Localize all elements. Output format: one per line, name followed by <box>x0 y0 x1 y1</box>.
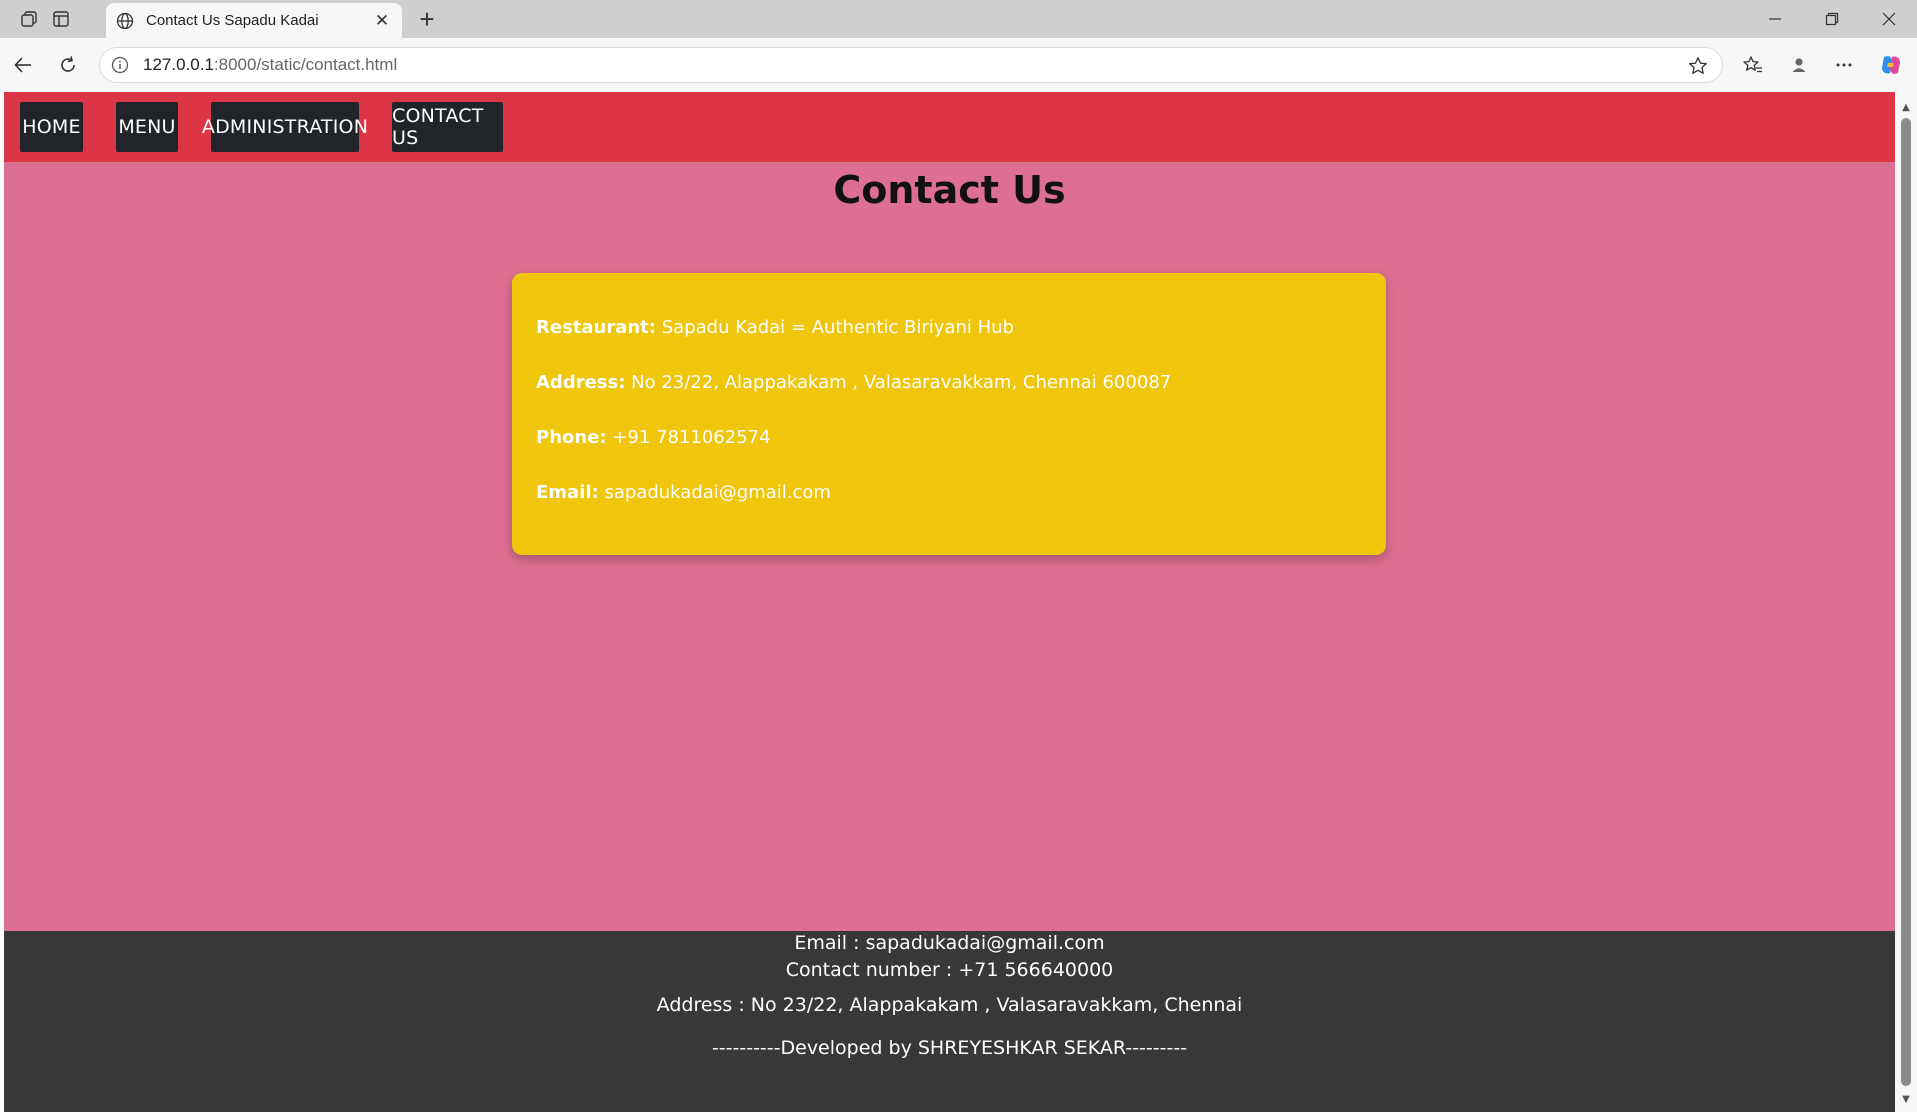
address-value: No 23/22, Alappakakam , Valasaravakkam, … <box>631 372 1172 393</box>
site-footer: Email : sapadukadai@gmail.com Contact nu… <box>4 931 1895 1112</box>
back-icon[interactable] <box>8 50 38 80</box>
address-bar[interactable]: 127.0.0.1:8000/static/contact.html <box>99 47 1723 83</box>
profile-icon[interactable] <box>1784 50 1814 80</box>
nav-menu-button[interactable]: MENU <box>116 102 178 152</box>
tab-title: Contact Us Sapadu Kadai <box>146 12 319 29</box>
phone-label: Phone: <box>536 427 607 448</box>
phone-value: +91 7811062574 <box>612 427 771 448</box>
more-icon[interactable] <box>1829 50 1859 80</box>
scrollbar-thumb[interactable] <box>1901 118 1911 1086</box>
info-icon[interactable] <box>109 54 131 76</box>
email-line: Email: sapadukadai@gmail.com <box>536 478 1362 508</box>
scroll-down-icon[interactable]: ▼ <box>1899 1092 1913 1106</box>
site-nav: HOME MENU ADMINISTRATION CONTACT US <box>4 92 1895 162</box>
tab-actions-icon[interactable] <box>47 6 75 32</box>
browser-titlebar: Contact Us Sapadu Kadai ✕ + <box>0 0 1917 38</box>
restore-icon[interactable] <box>1804 0 1860 38</box>
page-title: Contact Us <box>833 168 1066 212</box>
active-tab[interactable]: Contact Us Sapadu Kadai ✕ <box>106 3 402 38</box>
restaurant-value: Sapadu Kadai = Authentic Biriyani Hub <box>661 317 1014 338</box>
phone-line: Phone: +91 7811062574 <box>536 423 1362 453</box>
page-scrollbar[interactable]: ▲ ▼ <box>1895 92 1917 1112</box>
email-value: sapadukadai@gmail.com <box>604 482 831 503</box>
url-host: 127.0.0.1 <box>143 55 214 74</box>
nav-contact-us-button[interactable]: CONTACT US <box>392 102 503 152</box>
restaurant-line: Restaurant: Sapadu Kadai = Authentic Bir… <box>536 313 1362 343</box>
workspaces-icon[interactable] <box>15 6 43 32</box>
footer-address: Address : No 23/22, Alappakakam , Valasa… <box>656 994 1243 1016</box>
nav-home-button[interactable]: HOME <box>20 102 83 152</box>
new-tab-icon[interactable]: + <box>412 4 442 34</box>
footer-credit: ----------Developed by SHREYESHKAR SEKAR… <box>711 1037 1188 1059</box>
favorite-star-icon[interactable] <box>1686 54 1710 78</box>
page-viewport: HOME MENU ADMINISTRATION CONTACT US Cont… <box>4 92 1895 1112</box>
globe-icon <box>114 10 136 32</box>
address-line: Address: No 23/22, Alappakakam , Valasar… <box>536 368 1362 398</box>
restaurant-label: Restaurant: <box>536 317 656 338</box>
browser-toolbar: 127.0.0.1:8000/static/contact.html <box>0 38 1917 92</box>
nav-administration-button[interactable]: ADMINISTRATION <box>202 102 368 152</box>
contact-card: Restaurant: Sapadu Kadai = Authentic Bir… <box>512 273 1386 555</box>
copilot-icon[interactable] <box>1876 50 1906 80</box>
url-text: 127.0.0.1:8000/static/contact.html <box>143 55 397 75</box>
footer-contact-number: Contact number : +71 566640000 <box>785 959 1114 981</box>
scroll-up-icon[interactable]: ▲ <box>1899 100 1913 114</box>
favorites-icon[interactable] <box>1738 50 1768 80</box>
window-close-icon[interactable] <box>1861 0 1917 38</box>
email-label: Email: <box>536 482 599 503</box>
footer-email: Email : sapadukadai@gmail.com <box>794 932 1105 954</box>
close-icon[interactable]: ✕ <box>370 9 394 33</box>
url-path: :8000/static/contact.html <box>213 55 398 74</box>
address-label: Address: <box>536 372 626 393</box>
minimize-icon[interactable] <box>1747 0 1803 38</box>
refresh-icon[interactable] <box>53 50 83 80</box>
